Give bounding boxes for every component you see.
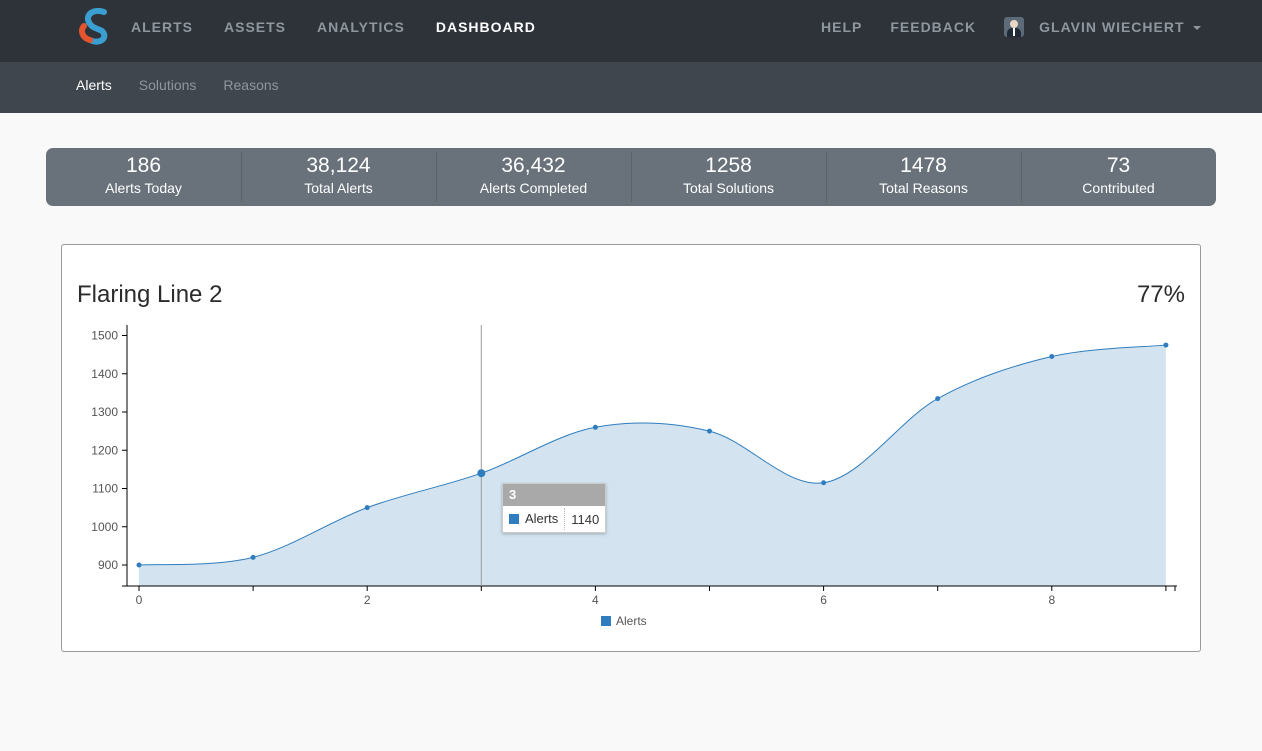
stat-contributed: 73 Contributed	[1021, 148, 1216, 206]
tooltip-series: Alerts	[525, 508, 566, 530]
user-name: Glavin Wiechert	[1039, 19, 1185, 35]
stat-value: 38,124	[306, 154, 371, 177]
stat-value: 186	[125, 154, 162, 177]
stat-label: Contributed	[1082, 180, 1155, 196]
logo-icon[interactable]	[78, 6, 116, 46]
x-tick-label: 2	[364, 593, 371, 607]
top-navbar: Alerts Assets Analytics Dashboard Help F…	[0, 0, 1262, 62]
stat-label: Alerts Today	[105, 180, 182, 196]
tooltip-swatch	[509, 514, 519, 524]
x-tick-label: 0	[136, 593, 143, 607]
chart-card: Flaring Line 2 77% 900 1000 1100 1200 1300 14…	[61, 244, 1201, 652]
series-area	[139, 345, 1166, 586]
legend-swatch	[601, 616, 611, 626]
subnav-alerts[interactable]: Alerts	[76, 77, 112, 99]
y-tick-label: 1100	[92, 482, 118, 496]
chart-legend[interactable]: Alerts	[601, 614, 647, 628]
stat-alerts-completed: 36,432 Alerts Completed	[436, 148, 631, 206]
data-point	[136, 562, 142, 568]
stat-label: Total Solutions	[682, 180, 775, 196]
data-point	[935, 396, 941, 402]
stat-label: Total Alerts	[304, 180, 373, 196]
sub-navbar: Alerts Solutions Reasons	[0, 62, 1262, 113]
stat-value: 1258	[705, 154, 752, 177]
y-tick-label: 1300	[91, 405, 118, 419]
stat-value: 36,432	[501, 154, 566, 177]
y-tick-label: 1000	[91, 520, 118, 534]
user-menu[interactable]: Glavin Wiechert	[1004, 17, 1201, 45]
secondary-nav: Help Feedback Glavin Wiechert	[821, 0, 1201, 62]
stat-total-alerts: 38,124 Total Alerts	[241, 148, 436, 206]
x-tick-label: 4	[592, 593, 599, 607]
caret-down-icon	[1192, 26, 1201, 30]
avatar	[1004, 17, 1025, 37]
stat-label: Alerts Completed	[479, 180, 588, 196]
data-point	[821, 480, 827, 486]
stats-bar: 186 Alerts Today 38,124 Total Alerts 36,…	[46, 148, 1216, 206]
tooltip-value: 1140	[571, 511, 600, 527]
nav-feedback[interactable]: Feedback	[890, 20, 976, 42]
legend-label: Alerts	[616, 614, 647, 628]
data-point	[477, 469, 486, 478]
nav-dashboard[interactable]: Dashboard	[436, 20, 536, 42]
data-point	[707, 428, 712, 434]
data-point	[364, 505, 370, 511]
nav-assets[interactable]: Assets	[224, 20, 286, 42]
tooltip-row: Alerts 1140	[503, 506, 605, 532]
stat-label: Total Reasons	[879, 180, 968, 196]
subnav-reasons[interactable]: Reasons	[223, 77, 278, 99]
nav-help[interactable]: Help	[821, 20, 862, 42]
area-chart[interactable]: 900 1000 1100 1200 1300 1400 1500 0 2 4 6 8	[62, 245, 1200, 651]
x-tick-label: 6	[820, 593, 827, 607]
stat-total-solutions: 1258 Total Solutions	[631, 148, 826, 206]
stat-total-reasons: 1478 Total Reasons	[826, 148, 1021, 206]
main-nav: Alerts Assets Analytics Dashboard	[131, 0, 567, 62]
x-tick-label: 8	[1048, 593, 1055, 607]
data-point	[250, 554, 256, 560]
y-tick-label: 1400	[91, 367, 118, 381]
data-point	[1163, 342, 1169, 348]
stat-value: 1478	[900, 154, 947, 177]
nav-alerts[interactable]: Alerts	[131, 20, 193, 42]
y-tick-label: 900	[98, 558, 118, 572]
stat-value: 73	[1106, 154, 1131, 177]
data-point	[592, 424, 598, 430]
data-point	[1049, 354, 1055, 360]
stat-alerts-today: 186 Alerts Today	[46, 148, 241, 206]
subnav: Alerts Solutions Reasons	[76, 62, 306, 113]
y-tick-label: 1500	[91, 329, 118, 343]
subnav-solutions[interactable]: Solutions	[139, 77, 197, 99]
nav-analytics[interactable]: Analytics	[317, 20, 405, 42]
y-tick-label: 1200	[91, 443, 118, 457]
tooltip-header: 3	[503, 484, 605, 506]
chart-tooltip: 3 Alerts 1140	[502, 483, 606, 533]
